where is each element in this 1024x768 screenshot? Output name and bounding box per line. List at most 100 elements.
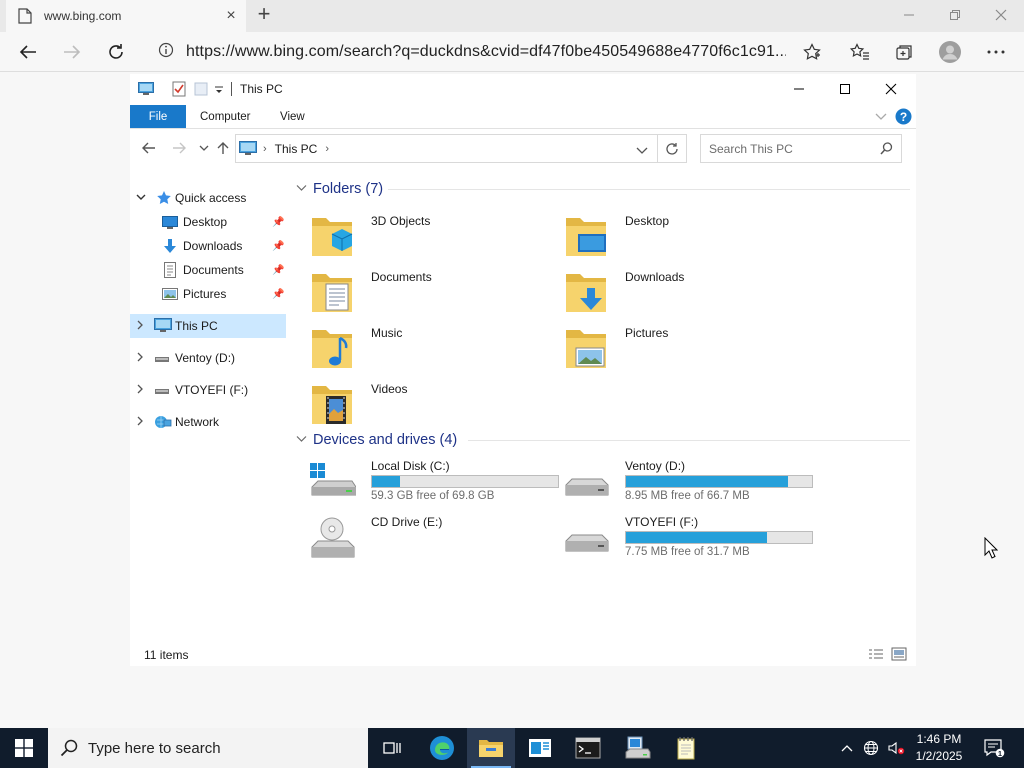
nav-pictures[interactable]: Pictures 📌	[130, 282, 286, 306]
folder-desktop[interactable]: Desktop	[564, 210, 814, 262]
browser-minimize-button[interactable]	[886, 0, 932, 30]
nav-vtoyefi-drive[interactable]: VTOYEFI (F:)	[130, 378, 286, 402]
breadcrumb-chevron-icon[interactable]: ›	[263, 143, 267, 155]
address-bar[interactable]: https://www.bing.com/search?q=duckdns&cv…	[144, 36, 832, 68]
nav-ventoy-drive[interactable]: Ventoy (D:)	[130, 346, 286, 370]
drive-d[interactable]: Ventoy (D:) 8.95 MB free of 66.7 MB	[564, 459, 814, 511]
info-icon[interactable]	[158, 42, 174, 63]
folder-pictures[interactable]: Pictures	[564, 322, 814, 374]
new-folder-qat-icon[interactable]	[194, 82, 208, 99]
path-dropdown-icon[interactable]	[636, 144, 648, 158]
browser-tab[interactable]: www.bing.com ×	[6, 0, 246, 32]
minimize-button[interactable]	[776, 74, 822, 104]
nav-documents[interactable]: Documents 📌	[130, 258, 286, 282]
command-prompt-app-icon[interactable]	[564, 728, 612, 768]
favorites-icon[interactable]	[844, 36, 876, 68]
url-text[interactable]: https://www.bing.com/search?q=duckdns&cv…	[186, 43, 786, 61]
browser-close-button[interactable]	[978, 0, 1024, 30]
details-view-icon[interactable]	[868, 648, 884, 664]
search-icon[interactable]	[880, 142, 893, 160]
notepad-app-icon[interactable]	[662, 728, 710, 768]
recent-locations-icon[interactable]	[196, 140, 212, 156]
properties-qat-icon[interactable]	[172, 81, 186, 100]
pin-icon[interactable]: 📌	[272, 265, 284, 276]
drive-name: Ventoy (D:)	[625, 459, 686, 473]
pin-icon[interactable]: 📌	[272, 217, 284, 228]
new-tab-button[interactable]: +	[252, 3, 276, 27]
qat-dropdown-icon[interactable]	[214, 84, 224, 98]
ribbon-tab-computer[interactable]: Computer	[200, 105, 251, 129]
expand-arrow-icon[interactable]	[136, 384, 146, 397]
show-hidden-icons-chevron-icon[interactable]	[838, 728, 856, 768]
help-icon[interactable]: ?	[895, 108, 912, 128]
nav-forward-icon[interactable]	[171, 140, 187, 156]
drive-usage-fill	[372, 476, 400, 487]
collapse-arrow-icon[interactable]	[136, 193, 146, 204]
nav-network[interactable]: Network	[130, 410, 286, 434]
drive-name: CD Drive (E:)	[371, 515, 443, 529]
windows-drive-icon	[310, 461, 357, 507]
edge-app-icon[interactable]	[418, 728, 466, 768]
drive-f[interactable]: VTOYEFI (F:) 7.75 MB free of 31.7 MB	[564, 515, 814, 567]
nav-label-desktop: Desktop	[183, 215, 228, 229]
maximize-button[interactable]	[822, 74, 868, 104]
taskbar-search-box[interactable]: Type here to search	[48, 728, 368, 768]
close-button[interactable]	[868, 74, 914, 104]
folder-downloads[interactable]: Downloads	[564, 266, 814, 318]
removable-drive-icon	[564, 517, 609, 563]
collections-icon[interactable]	[888, 36, 920, 68]
drive-name: VTOYEFI (F:)	[625, 515, 699, 529]
folders-group-header[interactable]: Folders (7)	[296, 179, 910, 199]
taskbar-clock[interactable]: 1:46 PM 1/2/2025	[908, 731, 970, 765]
drive-c[interactable]: Local Disk (C:) 59.3 GB free of 69.8 GB	[310, 459, 560, 511]
server-manager-app-icon[interactable]	[516, 728, 564, 768]
large-icons-view-icon[interactable]	[891, 647, 907, 664]
expand-arrow-icon[interactable]	[136, 416, 146, 429]
nav-this-pc[interactable]: This PC	[130, 314, 286, 338]
favorite-star-icon[interactable]	[796, 36, 828, 68]
folder-videos[interactable]: Videos	[310, 378, 560, 430]
refresh-path-button[interactable]	[657, 134, 687, 163]
folder-documents[interactable]: Documents	[310, 266, 560, 318]
search-this-pc-input[interactable]: Search This PC	[700, 134, 902, 163]
action-center-icon[interactable]: 1	[980, 728, 1008, 768]
nav-quick-access[interactable]: Quick access	[130, 186, 286, 210]
pin-icon[interactable]: 📌	[272, 241, 284, 252]
collapse-chevron-icon[interactable]	[296, 434, 307, 446]
nav-downloads[interactable]: Downloads 📌	[130, 234, 286, 258]
ribbon-expand-icon[interactable]	[875, 111, 887, 124]
network-drive-app-icon[interactable]	[614, 728, 662, 768]
ribbon-tab-file[interactable]: File	[130, 105, 186, 129]
file-explorer-app-icon[interactable]	[467, 728, 515, 768]
task-view-button[interactable]	[368, 728, 416, 768]
more-options-icon[interactable]	[980, 36, 1012, 68]
desktop-folder-icon	[564, 212, 608, 258]
pin-icon[interactable]: 📌	[272, 289, 284, 300]
refresh-button[interactable]	[100, 36, 132, 68]
folder-3d-objects[interactable]: 3D Objects	[310, 210, 560, 262]
start-button[interactable]	[0, 728, 48, 768]
expand-arrow-icon[interactable]	[136, 320, 146, 333]
nav-back-icon[interactable]	[141, 140, 157, 156]
breadcrumb-this-pc[interactable]: This PC	[275, 142, 318, 156]
expand-arrow-icon[interactable]	[136, 352, 146, 365]
browser-toolbar: https://www.bing.com/search?q=duckdns&cv…	[0, 32, 1024, 72]
tab-close-button[interactable]: ×	[220, 7, 242, 25]
back-button[interactable]	[12, 36, 44, 68]
nav-desktop[interactable]: Desktop 📌	[130, 210, 286, 234]
browser-restore-button[interactable]	[932, 0, 978, 30]
breadcrumb-chevron-icon[interactable]: ›	[325, 143, 329, 155]
drive-e[interactable]: CD Drive (E:)	[310, 515, 560, 567]
collapse-chevron-icon[interactable]	[296, 183, 307, 195]
profile-avatar-icon[interactable]	[934, 36, 966, 68]
folder-music[interactable]: Music	[310, 322, 560, 374]
ribbon-tab-view[interactable]: View	[280, 105, 305, 129]
drives-group-header[interactable]: Devices and drives (4)	[296, 430, 910, 450]
volume-muted-icon[interactable]	[884, 728, 908, 768]
page-icon	[18, 8, 32, 24]
up-one-level-icon[interactable]	[215, 140, 231, 156]
address-path-box[interactable]: › This PC ›	[235, 134, 687, 163]
status-bar: 11 items	[130, 644, 916, 666]
network-globe-icon[interactable]	[860, 728, 882, 768]
forward-button[interactable]	[56, 36, 88, 68]
